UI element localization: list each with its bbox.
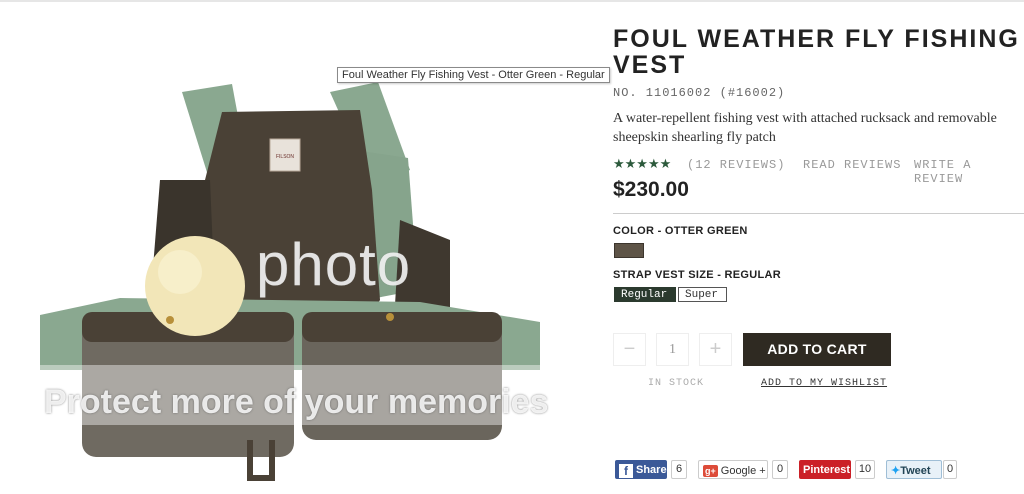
reviews-count-link[interactable]: (12 REVIEWS): [687, 158, 785, 172]
quantity-input[interactable]: 1: [656, 333, 689, 366]
product-sku: NO. 11016002 (#16002): [613, 86, 786, 100]
add-to-wishlist-link[interactable]: ADD TO MY WISHLIST: [761, 378, 887, 389]
color-label: COLOR - OTTER GREEN: [613, 225, 748, 237]
pinterest-button[interactable]: Pinterest: [799, 460, 851, 479]
product-description: A water-repellent fishing vest with atta…: [613, 111, 997, 145]
shearling-highlight-shape: [158, 250, 202, 294]
google-plus-label: Google +: [720, 465, 766, 477]
facebook-share-count: 6: [671, 460, 687, 479]
brand-patch-text: FILSON: [276, 154, 294, 160]
twitter-tweet-label: Tweet: [900, 465, 931, 477]
size-label: STRAP VEST SIZE - REGULAR: [613, 269, 782, 281]
left-zipper-pull: [166, 316, 174, 324]
write-review-link[interactable]: WRITE A REVIEW: [914, 158, 1024, 186]
twitter-count: 0: [943, 460, 957, 479]
product-price: $230.00: [613, 178, 689, 201]
product-title: FOUL WEATHER FLY FISHING VEST: [613, 25, 1020, 79]
size-super-button[interactable]: Super: [678, 287, 727, 302]
google-plus-count: 0: [772, 460, 788, 479]
pinterest-count: 10: [855, 460, 875, 479]
pinterest-label: Pinterest: [803, 464, 851, 476]
right-zipper-pull: [386, 313, 394, 321]
stock-status: IN STOCK: [648, 378, 705, 389]
twitter-tweet-button[interactable]: ✦Tweet: [886, 460, 942, 479]
details-divider: [613, 213, 1024, 214]
color-swatch-otter-green[interactable]: [614, 243, 644, 258]
image-tooltip: Foul Weather Fly Fishing Vest - Otter Gr…: [337, 67, 610, 83]
product-image[interactable]: FILSON photo Protect more of your memori…: [0, 40, 590, 489]
google-plus-icon: g+: [703, 465, 718, 477]
google-plus-button[interactable]: g+ Google +: [698, 460, 768, 479]
size-regular-button[interactable]: Regular: [614, 287, 676, 302]
rating-row: ★★★★★ (12 REVIEWS) READ REVIEWS WRITE A …: [613, 157, 1024, 186]
quantity-decrement-button[interactable]: −: [613, 333, 646, 366]
watermark-protect: Protect more of your memories: [44, 383, 549, 421]
read-reviews-link[interactable]: READ REVIEWS: [803, 158, 901, 172]
watermark-photo: photo: [256, 231, 412, 298]
facebook-icon: f: [619, 464, 633, 478]
facebook-share-button[interactable]: f Share: [615, 460, 667, 479]
right-pocket-flap-shape: [302, 312, 502, 342]
star-rating-icon: ★★★★★: [613, 157, 672, 172]
quantity-increment-button[interactable]: +: [699, 333, 732, 366]
facebook-share-label: Share: [636, 464, 667, 476]
top-divider: [0, 0, 1024, 2]
add-to-cart-button[interactable]: ADD TO CART: [743, 333, 891, 366]
twitter-bird-icon: ✦: [891, 465, 901, 477]
